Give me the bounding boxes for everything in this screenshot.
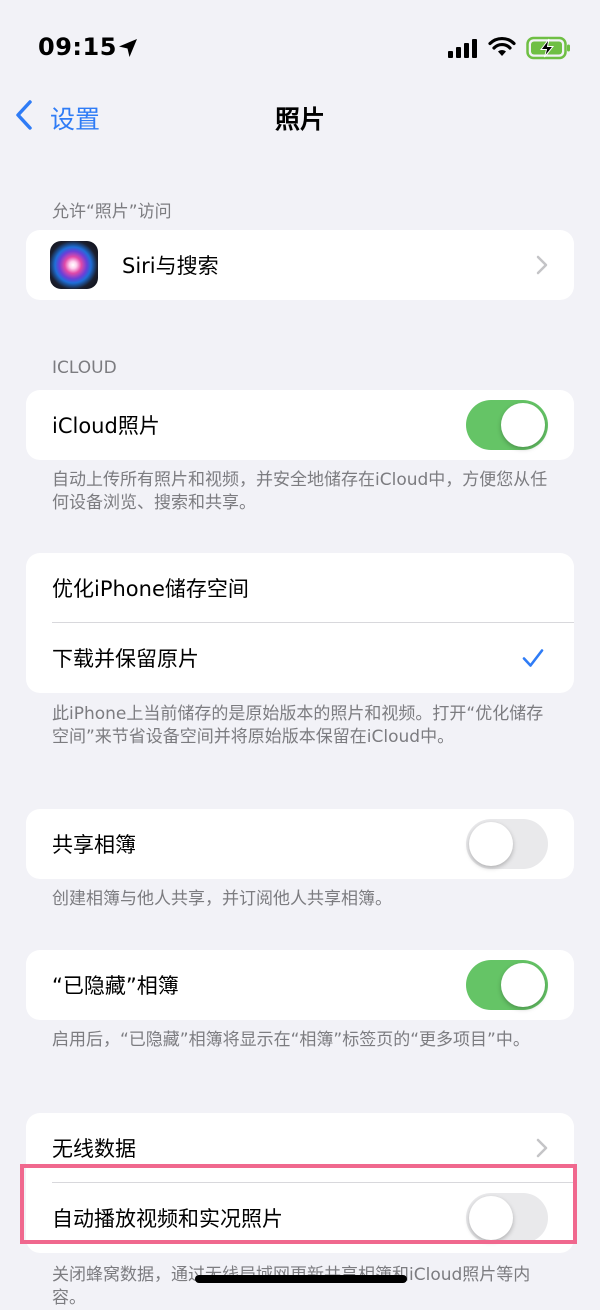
icloud-photos-label: iCloud照片 [52,414,160,438]
optimize-storage-label: 优化iPhone储存空间 [52,577,249,601]
hidden-album-group: “已隐藏”相簿 [26,950,574,1020]
icloud-photos-footer: 自动上传所有照片和视频，并安全地储存在iCloud中，方便您从任何设备浏览、搜索… [52,470,548,513]
page-title: 照片 [274,105,325,134]
wifi-icon [488,36,516,56]
icloud-group: iCloud照片 [26,390,574,460]
storage-footer: 此iPhone上当前储存的是原始版本的照片和视频。打开“优化储存空间”来节省设备… [52,704,544,747]
siri-search-label: Siri与搜索 [122,254,219,278]
shared-albums-toggle[interactable] [466,819,548,869]
status-bar: 09:15 [0,0,600,90]
shared-albums-group: 共享相簿 [26,809,574,879]
icloud-photos-row: iCloud照片 [26,390,574,460]
hidden-album-label: “已隐藏”相簿 [52,974,179,998]
location-arrow-icon [119,39,137,57]
siri-search-row[interactable]: Siri与搜索 [26,230,574,300]
highlight-box [20,1164,577,1244]
toggle-knob [501,963,545,1007]
hidden-album-toggle[interactable] [466,960,548,1010]
siri-icon [50,241,98,289]
section-header-access: 允许“照片”访问 [52,202,172,222]
download-originals-label: 下载并保留原片 [52,647,199,671]
section-header-icloud: ICLOUD [52,358,117,378]
optimize-storage-row[interactable]: 优化iPhone储存空间 [26,553,574,623]
shared-albums-footer: 创建相簿与他人共享，并订阅他人共享相簿。 [52,889,392,909]
checkmark-icon [522,649,544,667]
download-originals-row[interactable]: 下载并保留原片 [26,623,574,693]
toggle-knob [469,822,513,866]
shared-albums-label: 共享相簿 [52,833,136,857]
wireless-footer: 关闭蜂窝数据，通过无线局域网更新共享相簿和iCloud照片等内容。 [52,1265,531,1308]
storage-group: 优化iPhone储存空间 下载并保留原片 [26,553,574,693]
cellular-signal-icon [448,39,477,58]
cellular-data-label: 无线数据 [52,1137,136,1161]
home-indicator [195,1275,407,1283]
status-time: 09:15 [38,33,117,61]
chevron-right-icon [536,255,548,275]
battery-charging-icon [526,36,570,60]
hidden-album-footer: 启用后，“已隐藏”相簿将显示在“相簿”标签页的“更多项目”中。 [52,1030,530,1050]
access-group: Siri与搜索 [26,230,574,300]
icloud-photos-toggle[interactable] [466,400,548,450]
toggle-knob [501,403,545,447]
navigation-bar: 设置 照片 [0,88,600,144]
chevron-right-icon [536,1138,548,1158]
shared-albums-row: 共享相簿 [26,809,574,879]
hidden-album-row: “已隐藏”相簿 [26,950,574,1020]
